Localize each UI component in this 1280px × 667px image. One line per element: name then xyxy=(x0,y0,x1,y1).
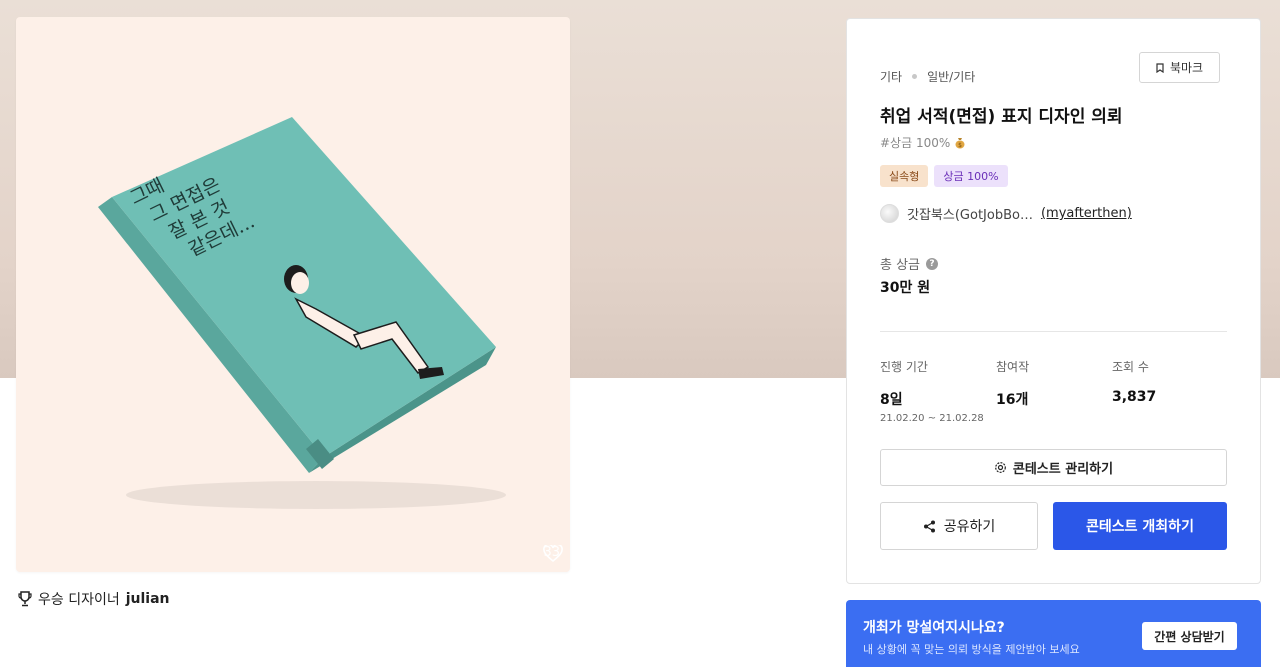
manage-contest-label: 콘테스트 관리하기 xyxy=(1012,462,1114,477)
help-icon[interactable]: ? xyxy=(926,257,939,270)
host-avatar[interactable] xyxy=(880,204,899,223)
stat-entries-label: 참여작 xyxy=(996,360,1030,374)
badge-prize-guarantee: 상금 100% xyxy=(934,165,1008,187)
contest-title: 취업 서적(면접) 표지 디자인 의뢰 xyxy=(880,107,1123,127)
quick-consult-button[interactable]: 간편 상담받기 xyxy=(1142,622,1237,650)
host-info[interactable]: 갓잡북스(GotJobBo… (myafterthen) xyxy=(880,204,1132,223)
svg-text:$: $ xyxy=(958,142,962,149)
share-label: 공유하기 xyxy=(943,519,996,535)
winner-name[interactable]: julian xyxy=(126,591,170,607)
stat-entries-value: 16개 xyxy=(996,392,1029,408)
contest-cover-image[interactable]: 그때 그 면접은 잘 본 것 같은데... 33 xyxy=(16,17,570,572)
stat-views-label: 조회 수 xyxy=(1112,360,1149,374)
total-prize-label-text: 총 상금 xyxy=(880,258,921,273)
trophy-icon xyxy=(18,591,32,607)
gear-icon xyxy=(994,462,1006,473)
stat-duration-label: 진행 기간 xyxy=(880,360,928,374)
manage-contest-button[interactable]: 콘테스트 관리하기 xyxy=(880,449,1227,486)
stat-entries: 참여작 16개 xyxy=(996,358,1029,409)
stat-duration-value: 8일 xyxy=(880,392,903,408)
host-name[interactable]: 갓잡북스(GotJobBo… xyxy=(907,204,1033,223)
money-bag-icon: $ xyxy=(955,137,965,149)
winner-prefix: 우승 디자이너 xyxy=(38,592,120,608)
stat-duration: 진행 기간 8일 21.02.20 ~ 21.02.28 xyxy=(880,358,984,424)
share-button[interactable]: 공유하기 xyxy=(880,502,1038,550)
breadcrumb: 기타 일반/기타 xyxy=(880,68,975,85)
host-handle[interactable]: (myafterthen) xyxy=(1041,206,1132,221)
share-icon xyxy=(923,520,935,532)
tagline-text: #상금 100% xyxy=(880,136,951,150)
heart-outline-icon[interactable] xyxy=(543,545,564,563)
stat-duration-range: 21.02.20 ~ 21.02.28 xyxy=(880,413,984,424)
bookmark-button[interactable]: 북마크 xyxy=(1139,52,1220,83)
consultation-banner: 개최가 망설여지시나요? 내 상황에 꼭 맞는 의뢰 방식을 제안받아 보세요 … xyxy=(846,600,1261,667)
stat-views: 조회 수 3,837 xyxy=(1112,358,1156,405)
breadcrumb-separator xyxy=(912,74,918,79)
bookmark-label: 북마크 xyxy=(1169,61,1204,75)
consult-description: 내 상황에 꼭 맞는 의뢰 방식을 제안받아 보세요 xyxy=(863,643,1080,656)
stat-views-value: 3,837 xyxy=(1112,389,1157,405)
contest-badges: 실속형 상금 100% xyxy=(880,165,1008,187)
breadcrumb-category[interactable]: 기타 xyxy=(880,68,902,85)
like-counter[interactable]: 33 xyxy=(543,545,564,563)
breadcrumb-subcategory[interactable]: 일반/기타 xyxy=(927,68,975,85)
badge-plan-type: 실속형 xyxy=(880,165,929,187)
bookmark-icon xyxy=(1156,62,1164,73)
book-cover-illustration: 그때 그 면접은 잘 본 것 같은데... xyxy=(98,117,506,509)
total-prize-label: 총 상금 ? xyxy=(880,254,939,273)
contest-info-panel: 북마크 기타 일반/기타 취업 서적(면접) 표지 디자인 의뢰 #상금 100… xyxy=(846,18,1261,584)
consult-question: 개최가 망설여지시나요? xyxy=(863,620,1005,636)
contest-tagline: #상금 100% $ xyxy=(880,134,966,151)
total-prize-value: 30만 원 xyxy=(880,280,931,296)
host-contest-button[interactable]: 콘테스트 개최하기 xyxy=(1053,502,1227,550)
winner-info: 우승 디자이너 julian xyxy=(18,589,170,609)
divider xyxy=(880,331,1227,332)
